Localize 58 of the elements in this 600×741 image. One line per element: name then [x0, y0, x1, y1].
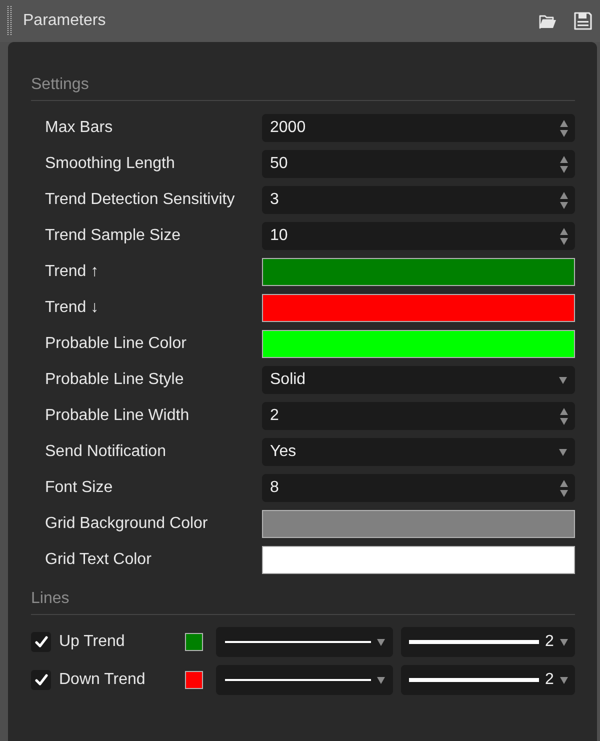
checkmark-icon [34, 674, 48, 686]
dropdown[interactable]: Yes [262, 438, 575, 466]
caret-icon [377, 676, 385, 684]
dropdown[interactable]: Solid [262, 366, 575, 394]
parameter-label: Send Notification [45, 443, 167, 461]
line-width-dropdown[interactable]: 2 [401, 665, 575, 695]
number-field[interactable]: 2 [262, 402, 575, 430]
panel-title: Parameters [23, 12, 106, 30]
number-field[interactable]: 2000 [262, 114, 575, 142]
section-heading: Lines [31, 590, 70, 608]
checkmark-icon [34, 636, 48, 648]
spinner-icon[interactable] [560, 192, 568, 208]
parameter-label: Trend Sample Size [45, 227, 182, 245]
number-field[interactable]: 3 [262, 186, 575, 214]
spinner-icon[interactable] [560, 156, 568, 172]
line-label: Up Trend [59, 633, 126, 651]
color-swatch[interactable] [185, 671, 203, 689]
parameter-label: Trend ↑ [45, 263, 100, 281]
caret-icon [559, 448, 567, 456]
color-field[interactable] [262, 546, 575, 574]
checkbox[interactable] [31, 632, 51, 652]
parameter-label: Probable Line Width [45, 407, 190, 425]
parameter-label: Max Bars [45, 119, 114, 137]
parameter-label: Grid Background Color [45, 515, 209, 533]
caret-icon [560, 638, 568, 646]
color-swatch[interactable] [185, 633, 203, 651]
line-width-icon [409, 678, 539, 682]
parameter-label: Trend ↓ [45, 299, 100, 317]
parameter-label: Grid Text Color [45, 551, 152, 569]
parameter-label: Font Size [45, 479, 114, 497]
parameter-label: Probable Line Color [45, 335, 188, 353]
grip-icon[interactable] [7, 6, 12, 36]
caret-icon [377, 638, 385, 646]
caret-icon [559, 376, 567, 384]
folder-icon[interactable] [539, 14, 557, 28]
spinner-icon[interactable] [560, 120, 568, 136]
save-icon[interactable] [574, 12, 592, 30]
color-field[interactable] [262, 510, 575, 538]
color-field[interactable] [262, 330, 575, 358]
parameter-label: Trend Detection Sensitivity [45, 191, 236, 209]
line-style-dropdown[interactable] [216, 665, 393, 695]
line-style-dropdown[interactable] [216, 627, 393, 657]
line-label: Down Trend [59, 671, 146, 689]
color-field[interactable] [262, 294, 575, 322]
number-field[interactable]: 10 [262, 222, 575, 250]
parameter-label: Smoothing Length [45, 155, 176, 173]
line-width-icon [409, 640, 539, 644]
checkbox[interactable] [31, 670, 51, 690]
number-field[interactable]: 50 [262, 150, 575, 178]
caret-icon [560, 676, 568, 684]
spinner-icon[interactable] [560, 408, 568, 424]
spinner-icon[interactable] [560, 480, 568, 496]
parameter-label: Probable Line Style [45, 371, 185, 389]
spinner-icon[interactable] [560, 228, 568, 244]
number-field[interactable]: 8 [262, 474, 575, 502]
section-heading: Settings [31, 76, 90, 94]
line-width-dropdown[interactable]: 2 [401, 627, 575, 657]
color-field[interactable] [262, 258, 575, 286]
